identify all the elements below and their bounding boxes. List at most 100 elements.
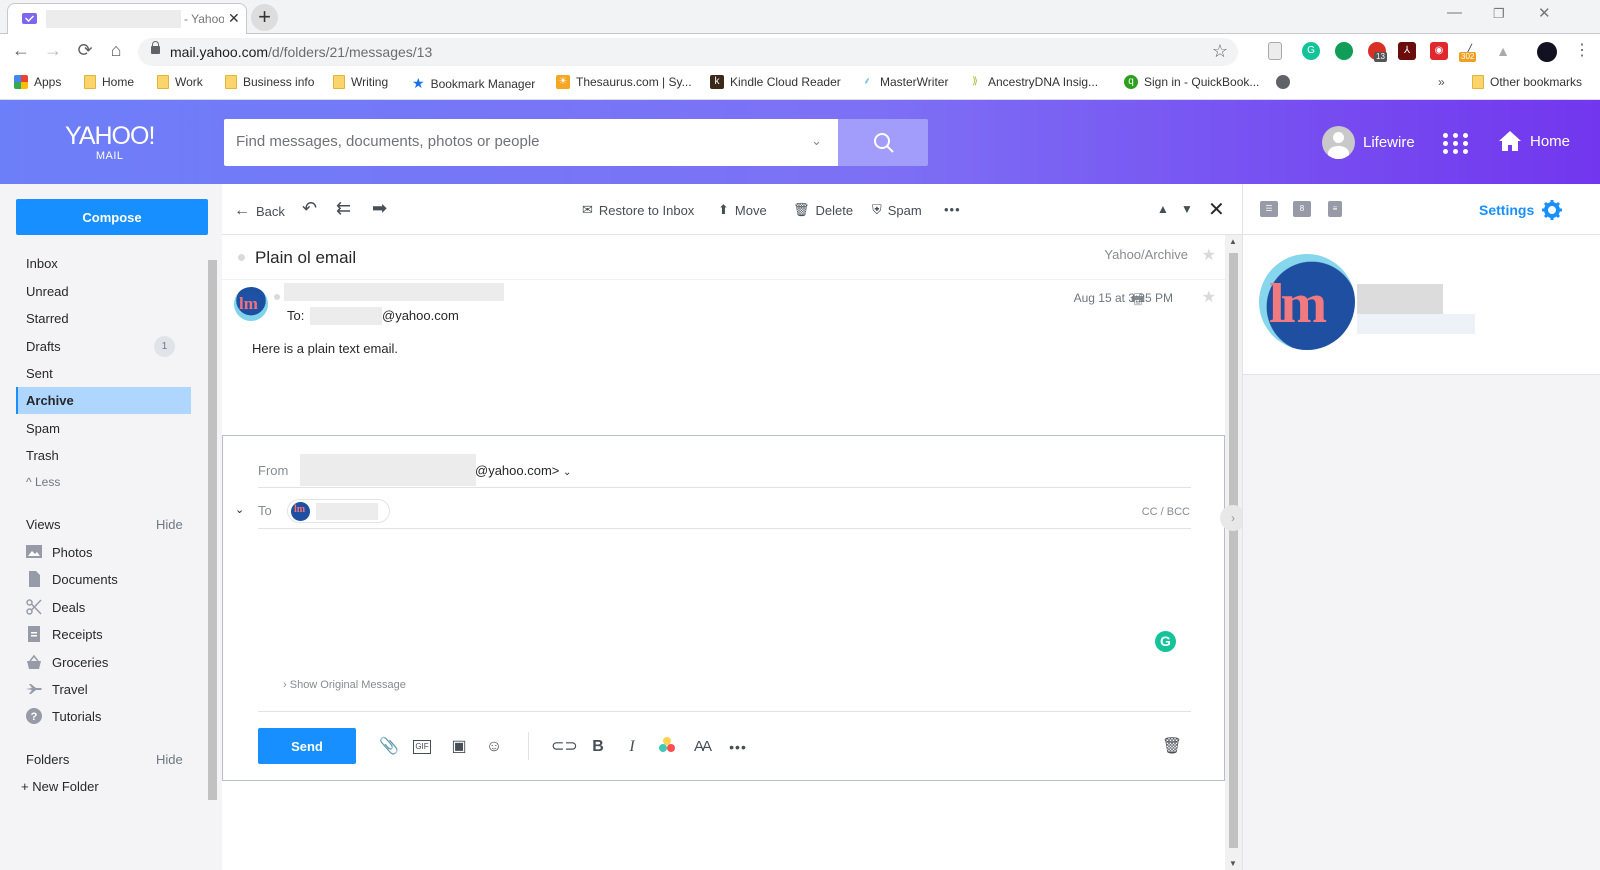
user-name[interactable]: Lifewire [1363,134,1415,151]
minimize-button[interactable]: — [1447,4,1462,21]
bookmark-manager[interactable]: ★ Bookmark Manager [412,75,535,92]
previous-message-icon[interactable]: ▲ [1157,202,1169,216]
pocket-icon[interactable]: ◉ [1430,42,1448,60]
cc-bcc-button[interactable]: CC / BCC [1142,506,1190,518]
bold-icon[interactable]: B [587,736,609,758]
move-button[interactable]: ⬆ Move [718,202,767,218]
compose-button[interactable]: Compose [16,199,208,235]
grammarly-icon[interactable]: G [1155,631,1176,652]
emoji-icon[interactable]: ☺ [483,736,505,758]
sidebar-view-groceries[interactable]: Groceries [26,654,108,670]
scroll-down-arrow-icon[interactable]: ▼ [1229,859,1237,868]
sidebar-scroll-thumb[interactable] [208,260,217,800]
gif-icon[interactable]: GIF [413,740,431,754]
bookmark-home[interactable]: Home [84,75,134,89]
bookmark-writing[interactable]: Writing [333,75,388,89]
reply-body-editor[interactable] [258,536,1191,666]
sidebar-item-spam[interactable]: Spam [16,415,191,442]
apps-grid-icon[interactable] [1443,133,1469,155]
bookmark-kindle[interactable]: k Kindle Cloud Reader [710,75,841,89]
back-arrow-icon[interactable]: ← [10,40,32,61]
sidebar-view-deals[interactable]: Deals [26,599,85,615]
other-bookmarks[interactable]: Other bookmarks [1472,75,1582,89]
close-message-icon[interactable]: ✕ [1208,197,1225,222]
grammarly-icon[interactable]: G [1302,42,1320,60]
bookmark-work[interactable]: Work [157,75,203,89]
settings-button[interactable]: Settings [1479,200,1563,220]
url-text[interactable]: mail.yahoo.com/d/folders/21/messages/13 [170,44,432,60]
notepad-icon[interactable]: ≡ [1328,201,1342,217]
bookmark-apps[interactable]: Apps [14,75,61,89]
chrome-menu-icon[interactable]: ⋮ [1573,42,1591,60]
bookmark-business-info[interactable]: Business info [225,75,314,89]
search-button[interactable] [838,119,928,166]
hangouts-icon[interactable] [1335,42,1353,60]
sidebar-item-trash[interactable]: Trash [16,442,191,469]
restore-button[interactable]: ❐ [1493,6,1505,22]
sidebar-item-starred[interactable]: Starred [16,305,191,332]
home-icon[interactable]: ⌂ [105,40,127,61]
tab-close-icon[interactable]: ✕ [228,10,240,27]
bookmarks-overflow-button[interactable]: » [1438,75,1445,89]
new-tab-button[interactable]: + [251,4,278,31]
sidebar-scrollbar[interactable] [208,260,217,870]
message-scroll-thumb[interactable] [1229,253,1238,848]
delete-button[interactable]: 🗑 Delete [793,202,853,218]
text-color-icon[interactable] [656,736,678,758]
star-icon[interactable]: ★ [1202,287,1216,307]
sidebar-less-toggle[interactable]: ^ Less [16,469,191,496]
views-hide-button[interactable]: Hide [156,517,183,532]
more-actions-button[interactable]: ••• [944,202,961,217]
read-status-dot[interactable] [238,254,245,261]
home-link[interactable]: Home [1498,130,1570,152]
profile-avatar-icon[interactable] [1537,42,1557,62]
browser-tab[interactable]: - Yahoo ✕ [7,3,247,34]
expand-recipients-chevron-icon[interactable]: ⌄ [235,503,244,516]
link-icon[interactable]: ⊂⊃ [551,736,578,758]
stationery-icon[interactable]: ▣ [448,736,470,758]
reload-icon[interactable]: ⟳ [74,40,96,61]
restore-to-inbox-button[interactable]: ✉ Restore to Inbox [582,202,694,218]
adobe-acrobat-icon[interactable]: ⅄ [1398,42,1416,60]
google-drive-icon[interactable]: ▲ [1494,42,1512,60]
user-avatar[interactable] [1322,126,1355,159]
more-formatting-icon[interactable]: ••• [727,736,749,758]
bookmark-ancestry[interactable]: ⟫ AncestryDNA Insig... [968,75,1098,89]
italic-icon[interactable]: I [621,736,643,758]
contacts-icon[interactable]: ☰ [1260,201,1278,217]
bookmark-star-icon[interactable]: ☆ [1212,41,1228,62]
bookmark-globe[interactable] [1276,75,1290,89]
message-folder-label[interactable]: Yahoo/Archive [1104,247,1188,262]
search-input[interactable] [236,133,776,150]
sidebar-view-receipts[interactable]: Receipts [26,626,103,642]
sidebar-item-drafts[interactable]: Drafts 1 [16,333,191,360]
scroll-up-arrow-icon[interactable]: ▲ [1229,237,1237,246]
from-address[interactable]: @yahoo.com> ⌄ [475,463,571,478]
bookmark-masterwriter[interactable]: ⸙ MasterWriter [860,75,948,89]
sidebar-view-documents[interactable]: Documents [26,571,118,587]
message-scrollbar[interactable]: ▲ ▼ [1225,235,1242,870]
reply-all-icon[interactable]: ⇇ [336,198,351,219]
search-options-chevron-icon[interactable]: ⌄ [811,133,822,149]
new-folder-button[interactable]: + New Folder [21,779,99,794]
star-icon[interactable]: ★ [1202,245,1216,265]
close-window-button[interactable]: ✕ [1538,4,1551,22]
sidebar-view-travel[interactable]: Travel [26,681,88,697]
sidebar-item-unread[interactable]: Unread [16,278,191,305]
sidebar-item-archive[interactable]: Archive [16,387,191,414]
sidebar-view-photos[interactable]: Photos [26,544,92,560]
spam-button[interactable]: ⛨ Spam [872,202,922,218]
back-button[interactable]: ← Back [234,202,285,220]
omnibox[interactable]: mail.yahoo.com/d/folders/21/messages/13 … [138,38,1238,66]
sender-avatar[interactable] [234,287,268,321]
calendar-icon[interactable]: 8 [1293,201,1311,217]
send-button[interactable]: Send [258,728,356,764]
document-icon[interactable] [1268,42,1282,60]
recipient-chip[interactable] [287,499,390,523]
counter-extension-icon[interactable]: ╱ 302 [1459,42,1478,62]
attach-paperclip-icon[interactable]: 📎 [378,736,400,758]
extension-icon[interactable]: 13 [1368,42,1387,62]
next-message-icon[interactable]: ▼ [1181,202,1193,216]
show-original-message-button[interactable]: › Show Original Message [283,679,406,691]
contact-avatar[interactable]: lm [1259,254,1355,350]
